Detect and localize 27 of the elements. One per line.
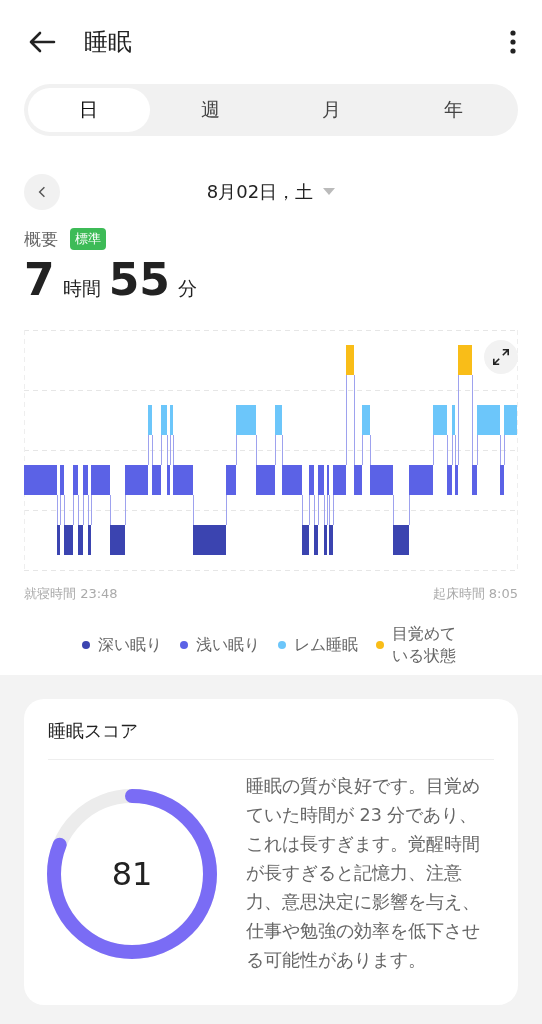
minutes-value: 55 [108,254,170,305]
more-icon[interactable] [510,30,516,54]
summary-label: 概要 [24,227,58,251]
page-title: 睡眠 [84,27,133,58]
legend-label: 目覚めている状態 [392,623,457,667]
expand-icon [492,348,510,366]
legend-label: 深い眠り [98,634,162,656]
legend-label: 浅い眠り [196,634,260,656]
period-tab[interactable]: 日 [28,88,150,132]
period-tab[interactable]: 月 [271,88,393,132]
expand-button[interactable] [484,340,518,374]
score-value: 81 [111,854,153,893]
score-description: 睡眠の質が良好です。目覚めていた時間が 23 分であり、これは長すぎます。覚醒時間が長すぎると記憶力、注意力、意思決定に影響を与え、仕事や勉強の効率を低下させる可能性があります。 [246,775,481,972]
date-selector[interactable]: 8月02日，土 [200,179,342,205]
legend-label: レム睡眠 [294,634,358,656]
hours-unit: 時間 [62,276,101,301]
bedtime-label: 就寝時間 23:48 [24,585,118,603]
period-tab[interactable]: 週 [149,88,271,132]
chevron-left-icon [38,186,46,198]
card-title: 睡眠スコア [48,719,494,760]
wake-time-label: 起床時間 8:05 [432,585,518,603]
dropdown-triangle-icon [323,188,336,196]
hours-value: 7 [24,254,55,305]
back-icon[interactable] [28,30,56,54]
minutes-unit: 分 [177,276,197,301]
period-tab[interactable]: 年 [392,88,514,132]
status-badge: 標準 [70,228,106,250]
